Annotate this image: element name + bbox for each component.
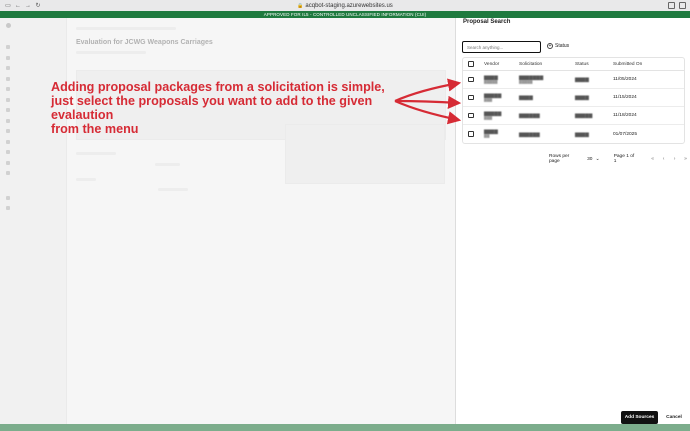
row-checkbox[interactable]	[468, 76, 474, 83]
vendor-cell-redacted: ▇▇▇▇▇ ▇▇▇	[484, 110, 502, 120]
row-checkbox[interactable]	[468, 94, 474, 101]
status-filter-label: Status	[555, 43, 570, 49]
nav-icon	[6, 195, 10, 200]
column-header-status[interactable]: Status	[575, 62, 613, 67]
table-header: Vendor Solicitation Status Submitted On	[463, 58, 684, 71]
sidebar-section	[0, 183, 66, 193]
status-cell-redacted: ▇▇▇▇	[575, 131, 589, 137]
nav-icon	[6, 206, 10, 211]
solicitation-cell-redacted: ▇▇▇▇▇▇▇ ▇▇▇▇▇	[519, 74, 544, 84]
first-page-icon[interactable]: «	[648, 156, 657, 162]
app-logo-icon	[6, 22, 11, 28]
submitted-on-cell: 01/07/2025	[613, 131, 638, 137]
solicitation-cell-redacted: ▇▇▇▇▇▇	[519, 113, 540, 118]
add-sources-button[interactable]: Add Sources	[621, 411, 658, 424]
ghost-text	[76, 152, 116, 155]
nav-icon	[6, 118, 10, 123]
sidebar-item[interactable]	[0, 158, 66, 169]
proposal-search-drawer: Proposal Search + Status Vendor Solicita…	[455, 18, 690, 424]
browser-toolbar: ▭ ← → ↻ 🔒 acqbot-staging.azurewebsites.us	[0, 0, 690, 11]
url-text: acqbot-staging.azurewebsites.us	[305, 2, 393, 9]
search-input[interactable]	[462, 41, 541, 53]
solicitation-cell-redacted: ▇▇▇▇	[519, 95, 533, 100]
nav-icon	[6, 66, 10, 71]
annotation-text: Adding proposal packages from a solicita…	[51, 80, 401, 136]
nav-icon	[6, 45, 10, 50]
annotation-line: just select the proposals you want to ad…	[51, 94, 373, 122]
table-row[interactable]: ▇▇▇▇ ▇▇ ▇▇▇▇▇▇ ▇▇▇▇ 01/07/2025	[463, 125, 684, 143]
nav-icon	[6, 150, 10, 155]
tabs-overview-icon[interactable]	[679, 2, 686, 9]
plus-circle-icon: +	[547, 43, 553, 49]
previous-page-icon[interactable]: ‹	[659, 156, 668, 162]
sidebar-item[interactable]	[0, 203, 66, 214]
column-header-vendor[interactable]: Vendor	[479, 62, 519, 67]
select-all-checkbox[interactable]	[468, 61, 474, 67]
drawer-title: Proposal Search	[463, 19, 511, 25]
status-filter-button[interactable]: + Status	[547, 43, 569, 49]
vendor-cell-redacted: ▇▇▇▇ ▇▇▇▇▇	[484, 74, 498, 84]
ghost-text	[76, 27, 176, 30]
nav-icon	[6, 108, 10, 113]
row-checkbox[interactable]	[468, 131, 474, 137]
extension-icon[interactable]	[668, 2, 675, 9]
address-bar[interactable]: 🔒 acqbot-staging.azurewebsites.us	[0, 3, 690, 9]
page-title: Evaluation for JCWG Weapons Carriages	[76, 39, 213, 46]
footer-banner	[0, 424, 690, 431]
sidebar-item[interactable]	[0, 42, 66, 53]
submitted-on-cell: 11/15/2024	[613, 95, 637, 100]
table-row[interactable]: ▇▇▇▇▇ ▇▇▇ ▇▇▇▇ ▇▇▇▇ 11/15/2024	[463, 89, 684, 107]
status-cell-redacted: ▇▇▇▇	[575, 77, 589, 82]
sidebar-item[interactable]	[0, 193, 66, 204]
annotation-line: Adding proposal packages from a solicita…	[51, 80, 385, 94]
rows-per-page-label: Rows per page	[549, 154, 570, 164]
sidebar-item[interactable]	[0, 53, 66, 64]
vendor-cell-redacted: ▇▇▇▇▇ ▇▇▇	[484, 92, 502, 102]
table-row[interactable]: ▇▇▇▇▇ ▇▇▇ ▇▇▇▇▇▇ ▇▇▇▇▇ 11/18/2024	[463, 107, 684, 125]
page-indicator: Page 1 of 1	[613, 154, 635, 164]
rows-per-page-select[interactable]: 30	[587, 157, 592, 162]
proposals-table: Vendor Solicitation Status Submitted On …	[462, 57, 685, 144]
nav-icon	[6, 160, 10, 165]
annotation-line: from the menu	[51, 122, 139, 136]
nav-icon	[6, 97, 10, 102]
lock-icon: 🔒	[297, 2, 304, 9]
ghost-text	[76, 178, 96, 181]
table-row[interactable]: ▇▇▇▇ ▇▇▇▇▇ ▇▇▇▇▇▇▇ ▇▇▇▇▇ ▇▇▇▇ 11/05/2024	[463, 71, 684, 89]
classification-banner: APPROVED FOR IL5 - CONTROLLED UNCLASSIFI…	[0, 11, 690, 18]
submitted-on-cell: 11/05/2024	[613, 77, 637, 82]
solicitation-cell-redacted: ▇▇▇▇▇▇	[519, 131, 540, 137]
ghost-text	[155, 163, 180, 166]
nav-icon	[6, 129, 10, 134]
nav-icon	[6, 139, 10, 144]
nav-icon	[6, 87, 10, 92]
ghost-text	[158, 188, 188, 191]
column-header-solicitation[interactable]: Solicitation	[519, 62, 575, 67]
nav-icon	[6, 171, 10, 176]
submitted-on-cell: 11/18/2024	[613, 113, 637, 118]
ghost-text	[76, 51, 146, 54]
sidebar-header	[0, 18, 66, 32]
cancel-button[interactable]: Cancel	[662, 411, 686, 424]
background-app: Evaluation for JCWG Weapons Carriages	[0, 18, 455, 424]
next-page-icon[interactable]: ›	[670, 156, 679, 162]
sidebar-item[interactable]	[0, 147, 66, 158]
sidebar-item[interactable]	[0, 168, 66, 179]
chevron-down-icon[interactable]: ⌄	[595, 156, 599, 162]
nav-icon	[6, 55, 10, 60]
sidebar-item[interactable]	[0, 63, 66, 74]
vendor-cell-redacted: ▇▇▇▇ ▇▇	[484, 129, 498, 138]
column-header-submitted-on[interactable]: Submitted On	[613, 62, 663, 67]
pagination: Rows per page 30 ⌄ Page 1 of 1 « ‹ › »	[549, 154, 690, 164]
sidebar-item[interactable]	[0, 137, 66, 148]
last-page-icon[interactable]: »	[681, 156, 690, 162]
status-cell-redacted: ▇▇▇▇▇	[575, 113, 593, 118]
app-sidebar	[0, 18, 67, 424]
status-cell-redacted: ▇▇▇▇	[575, 95, 589, 100]
nav-icon	[6, 76, 10, 81]
row-checkbox[interactable]	[468, 112, 474, 119]
